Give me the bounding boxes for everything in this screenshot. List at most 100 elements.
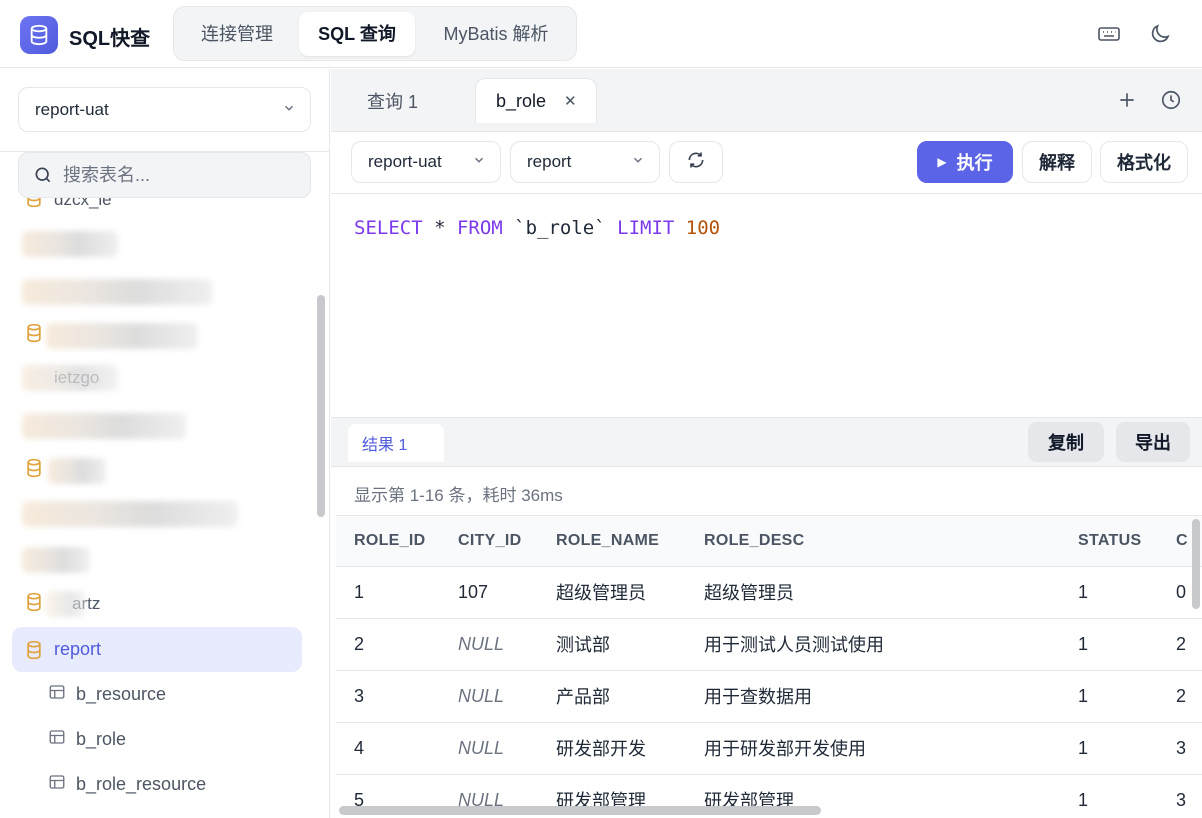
history-icon[interactable] <box>1157 86 1185 114</box>
table-cell[interactable]: 1 <box>1060 670 1158 723</box>
table-cell[interactable]: 3 <box>336 670 440 723</box>
results-horizontal-scrollbar[interactable] <box>339 806 821 815</box>
toolbar-connection-select[interactable]: report-uat <box>351 141 501 183</box>
play-icon: ▶ <box>937 155 947 169</box>
column-header[interactable]: ROLE_DESC <box>686 516 1060 567</box>
export-button[interactable]: 导出 <box>1116 422 1190 462</box>
tab-mybatis-parse[interactable]: MyBatis 解析 <box>420 12 572 56</box>
editor-tab-label: b_role <box>496 90 547 111</box>
table-cell[interactable]: 3 <box>1158 722 1202 775</box>
search-icon <box>33 165 53 185</box>
editor-tabbar: 查询 1 b_role ✕ <box>331 69 1202 132</box>
editor-tab-query-1[interactable]: 查询 1 <box>367 78 418 123</box>
table-cell[interactable]: 1 <box>1060 618 1158 671</box>
refresh-button[interactable] <box>669 141 723 183</box>
tab-sql-query[interactable]: SQL 查询 <box>299 12 415 56</box>
sidebar-scrollbar[interactable] <box>317 295 325 517</box>
sql-keyword: FROM <box>456 217 503 239</box>
result-grid: ROLE_ID CITY_ID ROLE_NAME ROLE_DESC STAT… <box>336 515 1202 818</box>
result-info: 显示第 1-16 条，耗时 36ms <box>354 486 563 505</box>
table-cell[interactable]: NULL <box>440 618 538 671</box>
toolbar-connection-value: report-uat <box>368 152 442 171</box>
copy-button[interactable]: 复制 <box>1028 422 1104 462</box>
database-item-report[interactable]: report <box>12 627 302 672</box>
column-header[interactable]: ROLE_ID <box>336 516 440 567</box>
database-item[interactable] <box>24 320 44 350</box>
chevron-down-icon <box>631 152 645 172</box>
table-cell[interactable]: 测试部 <box>538 618 686 671</box>
tab-connection-management[interactable]: 连接管理 <box>180 12 294 56</box>
sql-code-line[interactable]: SELECT * FROM `b_role` LIMIT 100 <box>354 217 720 239</box>
sql-editor[interactable]: SELECT * FROM `b_role` LIMIT 100 <box>331 195 1202 417</box>
results-bar: 结果 1 复制 导出 <box>331 417 1202 467</box>
table-cell[interactable]: 用于测试人员测试使用 <box>686 618 1060 671</box>
table-cell[interactable]: 1 <box>1060 566 1158 619</box>
execute-label: 执行 <box>956 153 993 173</box>
table-cell[interactable]: 产品部 <box>538 670 686 723</box>
table-cell[interactable]: 超级管理员 <box>538 566 686 619</box>
sidebar: report-uat dzcx_ie ietzgo artz report <box>0 69 330 818</box>
plus-icon[interactable] <box>1113 86 1141 114</box>
table-cell[interactable]: 3 <box>1158 774 1202 818</box>
table-search[interactable] <box>18 152 311 198</box>
table-row[interactable]: 2 NULL 测试部 用于测试人员测试使用 1 2 <box>336 618 1202 671</box>
sql-text: * <box>422 217 457 239</box>
table-row[interactable]: 4 NULL 研发部开发 用于研发部开发使用 1 3 <box>336 722 1202 775</box>
table-cell[interactable]: 2 <box>336 618 440 671</box>
column-header[interactable]: CITY_ID <box>440 516 538 567</box>
moon-icon[interactable] <box>1146 20 1174 48</box>
editor-tab-b-role[interactable]: b_role ✕ <box>475 78 597 123</box>
redacted-database-item <box>22 365 118 391</box>
table-icon <box>48 683 66 706</box>
table-cell[interactable]: NULL <box>440 670 538 723</box>
table-cell[interactable]: 超级管理员 <box>686 566 1060 619</box>
table-item-b-resource[interactable]: b_resource <box>48 679 166 709</box>
refresh-icon <box>686 150 706 175</box>
table-cell[interactable]: 1 <box>1060 774 1158 818</box>
table-row[interactable]: 3 NULL 产品部 用于查数据用 1 2 <box>336 670 1202 723</box>
close-icon[interactable]: ✕ <box>564 92 577 110</box>
redacted-database-item <box>22 279 212 305</box>
connection-select[interactable]: report-uat <box>18 87 311 132</box>
result-table: ROLE_ID CITY_ID ROLE_NAME ROLE_DESC STAT… <box>336 516 1202 818</box>
table-cell[interactable]: 4 <box>336 722 440 775</box>
query-toolbar: report-uat report ▶ 执行 解释 格式化 <box>331 132 1202 194</box>
results-vertical-scrollbar[interactable] <box>1192 519 1200 609</box>
database-item[interactable] <box>24 455 44 485</box>
result-tab-1[interactable]: 结果 1 <box>348 424 444 462</box>
redacted-database-item <box>22 413 186 439</box>
table-cell[interactable]: 107 <box>440 566 538 619</box>
table-cell[interactable]: 1 <box>336 566 440 619</box>
explain-button[interactable]: 解释 <box>1022 141 1092 183</box>
toolbar-database-select[interactable]: report <box>510 141 660 183</box>
execute-button[interactable]: ▶ 执行 <box>917 141 1013 183</box>
table-row[interactable]: 1 107 超级管理员 超级管理员 1 0 <box>336 566 1202 619</box>
table-label: b_resource <box>76 683 167 704</box>
column-header[interactable]: STATUS <box>1060 516 1158 567</box>
redacted-database-item <box>22 547 90 573</box>
database-icon <box>24 640 44 660</box>
search-input[interactable] <box>63 164 283 186</box>
sql-text: `b_role` <box>502 217 618 239</box>
format-button[interactable]: 格式化 <box>1100 141 1188 183</box>
table-cell[interactable]: 2 <box>1158 670 1202 723</box>
redacted-database-label <box>46 591 86 617</box>
table-cell[interactable]: 用于查数据用 <box>686 670 1060 723</box>
table-cell[interactable]: 研发部开发 <box>538 722 686 775</box>
database-icon <box>24 458 44 483</box>
table-cell[interactable]: NULL <box>440 722 538 775</box>
column-header[interactable]: ROLE_NAME <box>538 516 686 567</box>
table-cell[interactable]: 用于研发部开发使用 <box>686 722 1060 775</box>
table-cell[interactable]: 2 <box>1158 618 1202 671</box>
database-label: report <box>54 639 102 659</box>
table-cell[interactable]: 1 <box>1060 722 1158 775</box>
table-item-b-role-resource[interactable]: b_role_resource <box>48 769 206 799</box>
database-icon <box>24 323 44 348</box>
chevron-down-icon <box>282 100 296 120</box>
main-nav: 连接管理 SQL 查询 MyBatis 解析 <box>173 6 577 61</box>
table-header-row: ROLE_ID CITY_ID ROLE_NAME ROLE_DESC STAT… <box>336 516 1202 567</box>
redacted-database-item <box>22 501 238 527</box>
keyboard-icon[interactable] <box>1095 20 1123 48</box>
table-item-b-role[interactable]: b_role <box>48 724 126 754</box>
